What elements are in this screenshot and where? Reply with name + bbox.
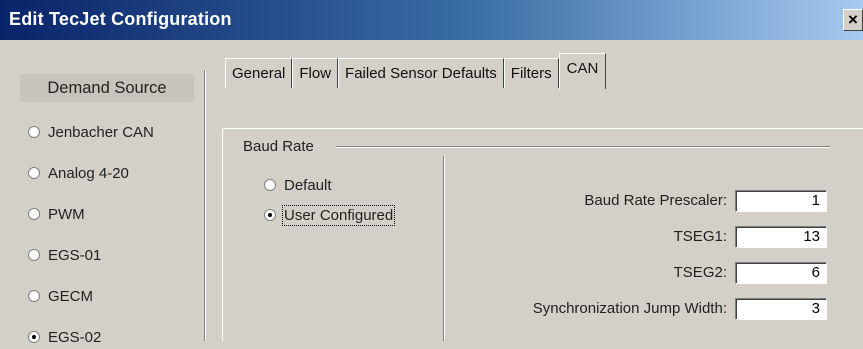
radio-icon	[28, 167, 40, 179]
field-tseg1: TSEG1:	[450, 225, 727, 249]
radio-label: PWM	[48, 205, 85, 223]
tab-flow[interactable]: Flow	[292, 58, 339, 88]
tab-bar: General Flow Failed Sensor Defaults Filt…	[225, 52, 607, 89]
field-baud-rate-prescaler: Baud Rate Prescaler:	[450, 189, 727, 213]
field-tseg2: TSEG2:	[450, 261, 727, 285]
field-label: TSEG2:	[673, 264, 727, 281]
radio-label: Analog 4-20	[48, 164, 129, 182]
radio-icon	[28, 208, 40, 220]
radio-label: EGS-02	[48, 328, 102, 346]
demand-source-label: Demand Source	[20, 74, 194, 102]
tab-can[interactable]: CAN	[558, 53, 607, 89]
baud-rate-prescaler-input[interactable]: 1	[735, 190, 827, 212]
baud-rate-divider	[443, 156, 445, 341]
baud-rate-option-default[interactable]: Default	[264, 173, 332, 197]
radio-label: Jenbacher CAN	[48, 123, 154, 141]
group-divider	[336, 146, 830, 148]
title-bar[interactable]: Edit TecJet Configuration ×	[0, 0, 863, 40]
field-label: Synchronization Jump Width:	[532, 300, 727, 317]
tseg1-input[interactable]: 13	[735, 226, 827, 248]
radio-icon	[28, 126, 40, 138]
radio-checked-icon	[264, 209, 276, 221]
left-panel-divider	[204, 70, 206, 341]
radio-icon	[28, 290, 40, 302]
close-icon: ×	[848, 10, 858, 29]
baud-rate-group-title: Baud Rate	[243, 138, 314, 155]
field-label: TSEG1:	[673, 228, 727, 245]
radio-checked-icon	[28, 331, 40, 343]
demand-source-option-pwm[interactable]: PWM	[28, 202, 85, 226]
demand-source-option-egs-01[interactable]: EGS-01	[28, 243, 101, 267]
radio-label: Default	[284, 176, 332, 194]
demand-source-option-gecm[interactable]: GECM	[28, 284, 93, 308]
tseg2-input[interactable]: 6	[735, 262, 827, 284]
demand-source-option-jenbacher-can[interactable]: Jenbacher CAN	[28, 120, 154, 144]
demand-source-option-egs-02[interactable]: EGS-02	[28, 325, 101, 349]
tab-general[interactable]: General	[225, 58, 293, 88]
radio-icon	[28, 249, 40, 261]
close-button[interactable]: ×	[843, 9, 863, 31]
field-label: Baud Rate Prescaler:	[584, 192, 727, 209]
baud-rate-option-user-configured[interactable]: User Configured	[264, 203, 396, 227]
field-synchronization-jump-width: Synchronization Jump Width:	[450, 297, 727, 321]
tab-failed-sensor-defaults[interactable]: Failed Sensor Defaults	[338, 58, 504, 88]
radio-label: EGS-01	[48, 246, 102, 264]
radio-label: User Configured	[281, 204, 396, 226]
synchronization-jump-width-input[interactable]: 3	[735, 298, 827, 320]
radio-icon	[264, 179, 276, 191]
radio-label: GECM	[48, 287, 93, 305]
tab-filters[interactable]: Filters	[503, 58, 559, 88]
window-title: Edit TecJet Configuration	[9, 9, 232, 29]
demand-source-option-analog-4-20[interactable]: Analog 4-20	[28, 161, 129, 185]
